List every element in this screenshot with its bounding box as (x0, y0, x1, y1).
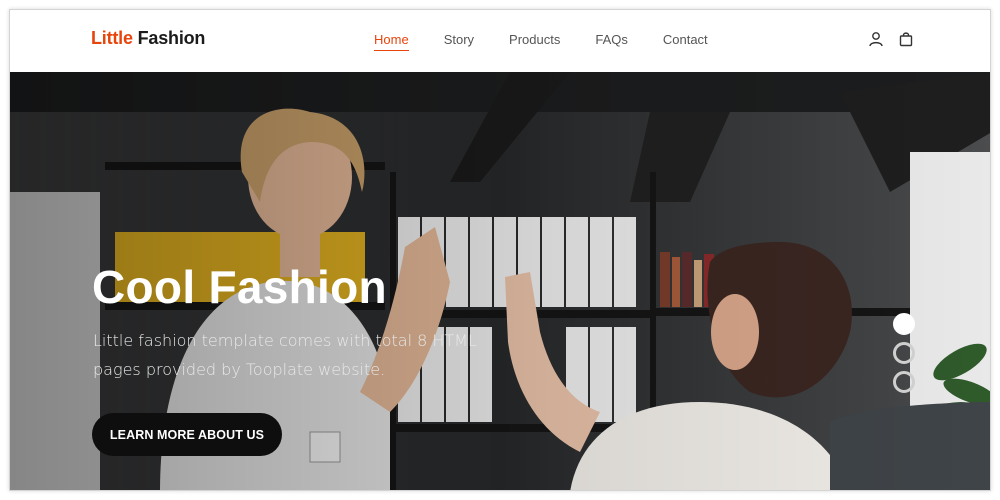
carousel-indicators (893, 313, 915, 400)
browser-frame: Little Fashion Home Story Products FAQs … (9, 9, 991, 491)
main-nav: Home Story Products FAQs Contact (374, 32, 743, 51)
carousel-dot-3[interactable] (893, 371, 915, 393)
nav-home[interactable]: Home (374, 32, 409, 51)
site-header: Little Fashion Home Story Products FAQs … (10, 10, 990, 72)
user-icon[interactable] (868, 31, 884, 47)
carousel-dot-2[interactable] (893, 342, 915, 364)
nav-products[interactable]: Products (509, 32, 560, 51)
nav-story[interactable]: Story (444, 32, 474, 51)
brand-logo[interactable]: Little Fashion (91, 28, 205, 49)
hero-title: Cool Fashion (92, 261, 387, 313)
brand-part-2: Fashion (137, 28, 206, 48)
header-icons (868, 31, 914, 47)
shopping-bag-icon[interactable] (898, 31, 914, 47)
nav-contact[interactable]: Contact (663, 32, 708, 51)
carousel-dot-1[interactable] (893, 313, 915, 335)
nav-faqs[interactable]: FAQs (595, 32, 628, 51)
brand-part-1: Little (91, 28, 133, 48)
hero-description: Little fashion template comes with total… (93, 331, 477, 379)
learn-more-button[interactable]: LEARN MORE ABOUT US (92, 413, 282, 456)
hero-section: Cool Fashion Little fashion template com… (10, 72, 990, 490)
